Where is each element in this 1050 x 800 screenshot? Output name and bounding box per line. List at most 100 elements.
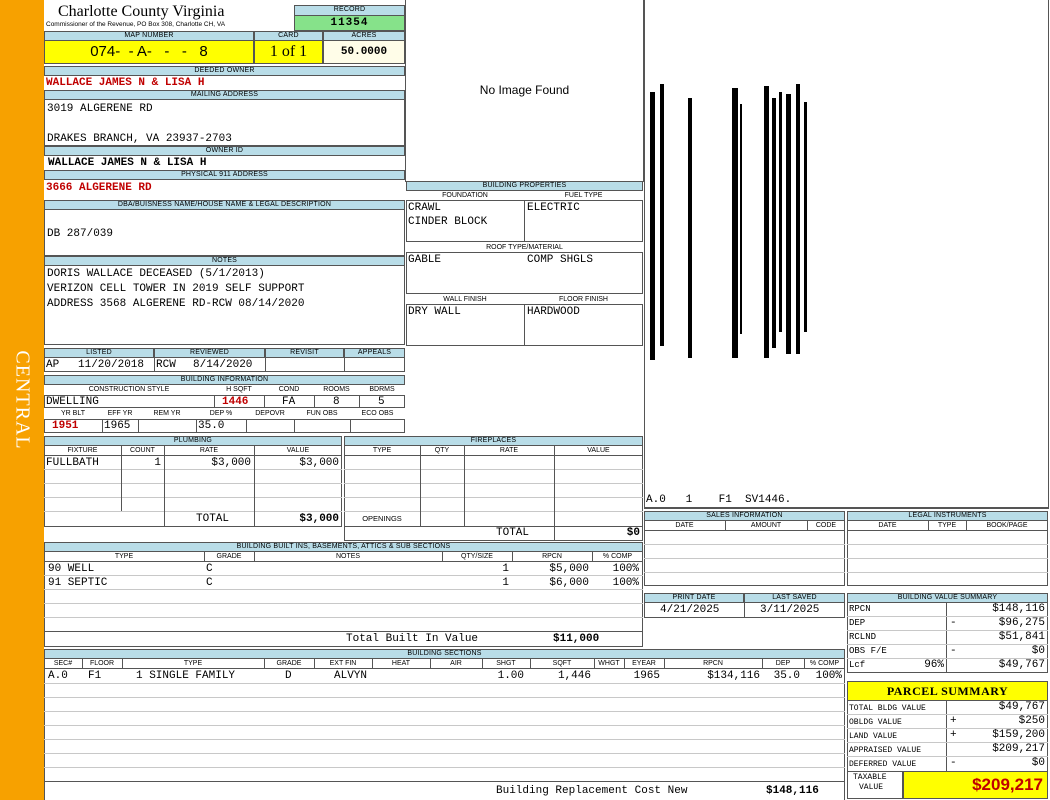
bs-col-heat: HEAT xyxy=(391,660,411,667)
bs-col-eyear: EYEAR xyxy=(632,660,656,667)
rclnd-value: $51,841 xyxy=(998,631,1045,643)
sketch-stroke xyxy=(688,98,692,358)
bs-col-rpcn: RPCN xyxy=(703,660,723,667)
bdrms: 5 xyxy=(378,396,385,408)
construction-style: DWELLING xyxy=(46,396,99,408)
taxable-label-1: TAXABLE xyxy=(853,773,887,782)
obldg-label: OBLDG VALUE xyxy=(849,718,902,727)
builtin-qty-2: 1 xyxy=(502,577,509,589)
sketch-stroke xyxy=(650,92,655,360)
yrblt-label: YR BLT xyxy=(61,410,85,417)
bs-floor: F1 xyxy=(88,670,102,682)
hsqft-label: H SQFT xyxy=(226,386,252,393)
bs-col-air: AIR xyxy=(450,660,462,667)
cond: FA xyxy=(282,396,296,408)
roof-box xyxy=(406,252,643,294)
sketch-stroke xyxy=(779,92,782,332)
rooms: 8 xyxy=(333,396,340,408)
no-image-text: No Image Found xyxy=(479,83,570,97)
bs-sqft: 1,446 xyxy=(557,670,591,682)
plumbing-col-fixture: FIXTURE xyxy=(67,447,98,454)
builtins-col-qty: QTY/SIZE xyxy=(461,553,493,560)
ecoobs-label: ECO OBS xyxy=(361,410,394,417)
wall-finish: DRY WALL xyxy=(408,306,461,318)
year-built: 1951 xyxy=(52,420,79,432)
last-saved-date: 3/11/2025 xyxy=(760,604,820,616)
card-number: 1 of 1 xyxy=(254,40,323,64)
sales-col-amount: AMOUNT xyxy=(750,522,782,529)
county-title: Charlotte County Virginia xyxy=(58,3,225,20)
sketch-stroke xyxy=(764,86,769,358)
bs-comp: 100% xyxy=(815,670,842,682)
roof-type: GABLE xyxy=(408,254,442,266)
sales-col-date: DATE xyxy=(675,522,694,529)
remyr-label: REM YR xyxy=(153,410,181,417)
depreciation: 35.0 xyxy=(198,420,225,432)
sketch-stroke xyxy=(732,88,738,358)
builtins-total: $11,000 xyxy=(553,633,600,645)
reviewed-by: RCW xyxy=(156,359,176,371)
builtin-comp-1: 100% xyxy=(612,563,639,575)
bs-rpcn: $134,116 xyxy=(707,670,760,682)
fuel-type: ELECTRIC xyxy=(527,202,580,214)
bs-col-sec: SEC# xyxy=(53,660,73,667)
lcf-percent: 96% xyxy=(924,659,944,671)
builtins-col-notes: NOTES xyxy=(335,553,361,560)
fireplace-col-value: VALUE xyxy=(587,447,610,454)
fireplace-col-type: TYPE xyxy=(372,447,392,454)
obldg-value: $250 xyxy=(1018,715,1045,727)
appraised-label: APPRAISED VALUE xyxy=(849,746,922,755)
bs-col-sqft: SQFT xyxy=(552,660,572,667)
plumbing-col-rate: RATE xyxy=(199,447,219,454)
dba-value: DB 287/039 xyxy=(47,228,114,240)
wall-finish-label: WALL FINISH xyxy=(443,296,487,303)
bs-dep: 35.0 xyxy=(773,670,800,682)
openings-label: OPENINGS xyxy=(362,514,402,523)
deeded-owner: WALLACE JAMES N & LISA H xyxy=(46,77,205,89)
bs-col-type: TYPE xyxy=(183,660,203,667)
dep-label: DEP % xyxy=(209,410,233,417)
sketch-stroke xyxy=(786,94,791,354)
bs-eyear: 1965 xyxy=(633,670,660,682)
foundation-1: CRAWL xyxy=(408,202,442,214)
physical-address: 3666 ALGERENE RD xyxy=(46,182,152,194)
hsqft: 1446 xyxy=(222,396,249,408)
acres-value: 50.0000 xyxy=(323,40,405,64)
mailing-line-1: 3019 ALGERENE RD xyxy=(47,103,153,115)
note-line-2: VERIZON CELL TOWER IN 2019 SELF SUPPORT xyxy=(47,283,305,295)
builtin-type-2: 91 SEPTIC xyxy=(48,577,108,589)
bs-col-grade: GRADE xyxy=(276,660,302,667)
plumbing-col-value: VALUE xyxy=(286,447,310,454)
fireplace-col-qty: QTY xyxy=(434,447,450,454)
foundation-2: CINDER BLOCK xyxy=(408,216,488,228)
cond-label: COND xyxy=(278,386,300,393)
sketch-label: A.0 1 F1 SV1446. xyxy=(646,494,792,506)
plumbing-total: $3,000 xyxy=(299,513,339,525)
bs-type: 1 SINGLE FAMILY xyxy=(136,670,236,682)
effective-year: 1965 xyxy=(104,420,131,432)
sketch-stroke xyxy=(660,84,664,346)
land-label: LAND VALUE xyxy=(849,732,898,741)
parcel-summary-title: PARCEL SUMMARY xyxy=(847,681,1048,701)
plumbing-value: $3,000 xyxy=(299,457,339,469)
plumbing-count: 1 xyxy=(154,457,161,469)
sketch-stroke xyxy=(804,102,807,332)
obs-label: OBS F/E xyxy=(849,646,887,656)
roof-material: COMP SHGLS xyxy=(527,254,594,266)
roof-label: ROOF TYPE/MATERIAL xyxy=(486,244,563,251)
builtins-col-type: TYPE xyxy=(114,553,134,560)
depovr-label: DEPOVR xyxy=(255,410,285,417)
sidebar: CENTRAL xyxy=(0,0,44,800)
building-info-label: BUILDING INFORMATION xyxy=(44,375,405,385)
fireplace-total-label: TOTAL xyxy=(496,527,530,539)
builtins-col-grade: GRADE xyxy=(216,553,242,560)
dep-summary-label: DEP xyxy=(849,618,866,628)
record-number: 11354 xyxy=(294,15,405,31)
floor-finish-label: FLOOR FINISH xyxy=(558,296,608,303)
builtin-rpcn-2: $6,000 xyxy=(549,577,589,589)
bdrms-label: BDRMS xyxy=(369,386,395,393)
bs-col-dep: DEP xyxy=(775,660,791,667)
builtins-total-label: Total Built In Value xyxy=(346,633,479,645)
plumbing-col-count: COUNT xyxy=(130,447,155,454)
replacement-cost: $148,116 xyxy=(766,785,819,797)
